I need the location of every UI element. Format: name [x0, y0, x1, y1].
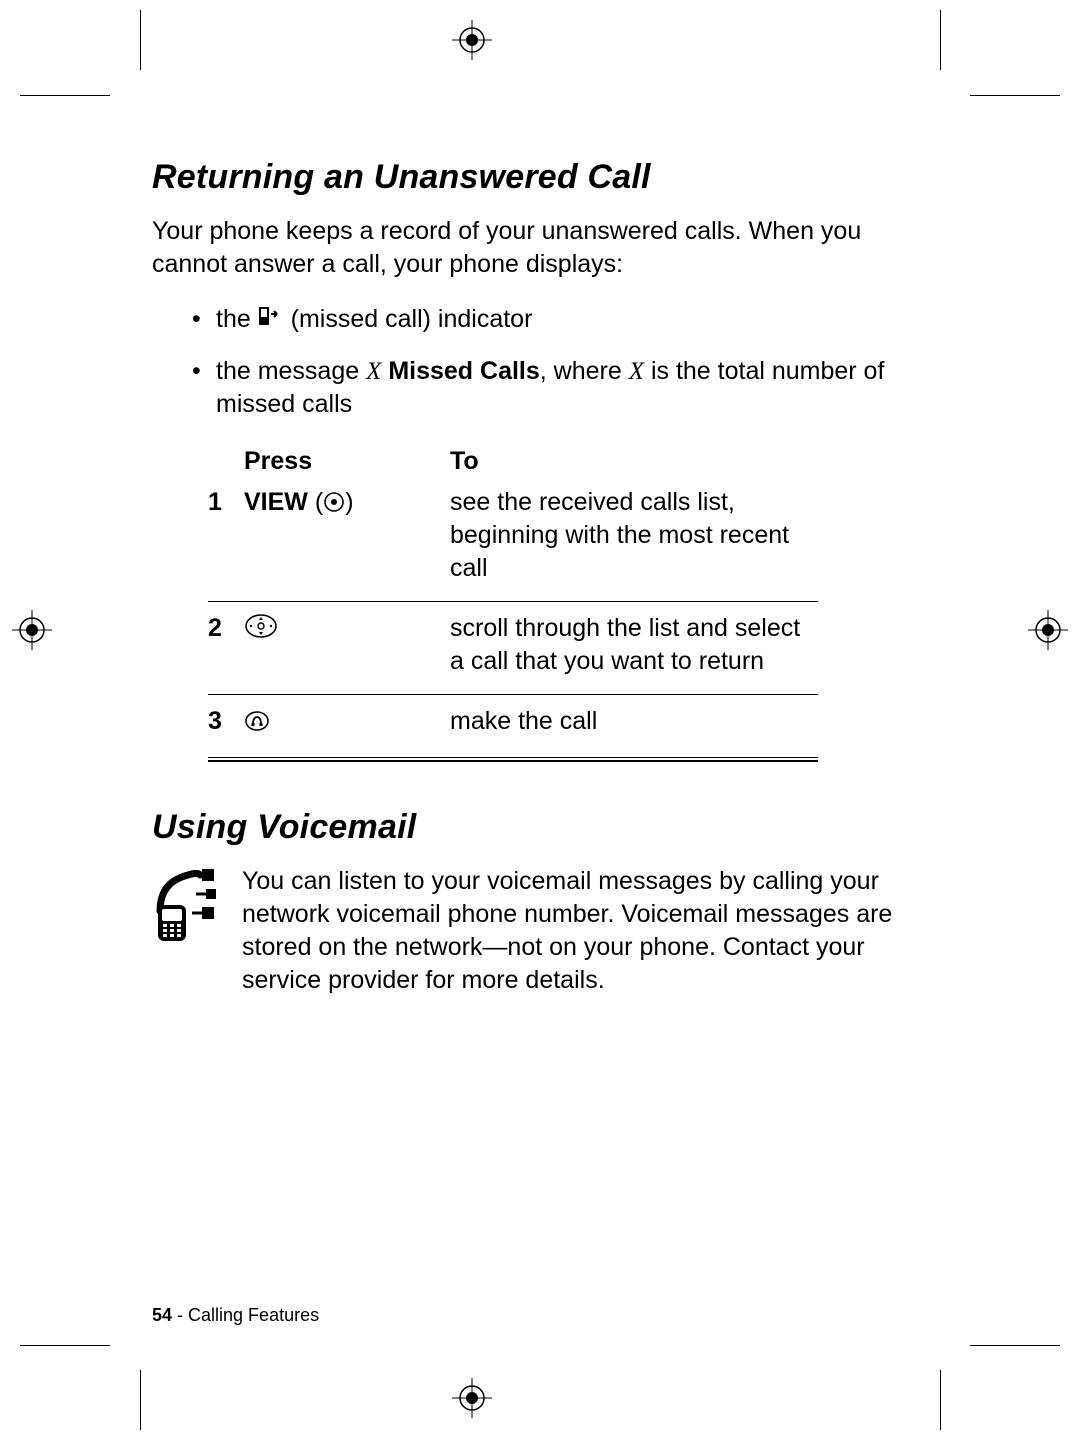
- text: , where: [540, 357, 629, 385]
- table-row: 2 scroll through the list and select a c…: [208, 608, 818, 688]
- col-press-header: Press: [244, 445, 450, 478]
- registration-mark-left-icon: [12, 610, 52, 650]
- bullet-missed-call-indicator: the (missed call) indicator: [192, 303, 938, 339]
- voicemail-block: You can listen to your voicemail message…: [152, 865, 938, 997]
- registration-mark-bottom-icon: [452, 1378, 492, 1418]
- crop-mark-icon: [20, 95, 110, 96]
- missed-call-icon: [258, 306, 284, 339]
- section-name: Calling Features: [188, 1305, 319, 1325]
- registration-mark-right-icon: [1028, 610, 1068, 650]
- intro-paragraph: Your phone keeps a record of your unansw…: [152, 215, 938, 281]
- step-number: 3: [208, 705, 244, 738]
- variable-x: X: [366, 358, 381, 385]
- crop-mark-icon: [140, 10, 141, 70]
- to-cell: see the received calls list, beginning w…: [450, 486, 818, 585]
- text: the: [216, 305, 258, 333]
- nav-key-icon: [244, 613, 278, 648]
- table-header-row: Press To: [208, 445, 818, 478]
- bullet-missed-calls-message: the message X Missed Calls, where X is t…: [192, 355, 938, 421]
- text: (: [315, 488, 323, 516]
- table-row: 3 make the call: [208, 701, 818, 751]
- variable-x: X: [629, 358, 644, 385]
- crop-mark-icon: [140, 1370, 141, 1430]
- page-footer: 54 - Calling Features: [152, 1305, 319, 1326]
- steps-table: Press To 1 VIEW () see the received call…: [208, 445, 818, 762]
- col-to-header: To: [450, 445, 818, 478]
- step-number: 2: [208, 612, 244, 645]
- table-row: 1 VIEW () see the received calls list, b…: [208, 482, 818, 595]
- crop-mark-icon: [20, 1345, 110, 1346]
- text: the message: [216, 357, 366, 385]
- key-label: VIEW: [244, 488, 308, 516]
- footer-sep: -: [172, 1305, 188, 1325]
- to-cell: make the call: [450, 705, 818, 738]
- step-number: 1: [208, 486, 244, 519]
- send-key-icon: [244, 708, 270, 741]
- text: (missed call) indicator: [291, 305, 533, 333]
- crop-mark-icon: [970, 1345, 1060, 1346]
- page-number: 54: [152, 1305, 172, 1325]
- text: ): [345, 488, 353, 516]
- center-select-key-icon: [323, 489, 345, 522]
- page-content: Returning an Unanswered Call Your phone …: [152, 158, 938, 997]
- bullet-list: the (missed call) indicator the message …: [152, 303, 938, 421]
- crop-mark-icon: [940, 10, 941, 70]
- crop-mark-icon: [940, 1370, 941, 1430]
- network-feature-icon: [152, 865, 224, 950]
- text-bold: Missed Calls: [381, 357, 539, 385]
- press-cell: VIEW (): [244, 486, 450, 522]
- heading-using-voicemail: Using Voicemail: [152, 808, 938, 847]
- crop-mark-icon: [970, 95, 1060, 96]
- heading-returning-call: Returning an Unanswered Call: [152, 158, 938, 197]
- to-cell: scroll through the list and select a cal…: [450, 612, 818, 678]
- press-cell: [244, 612, 450, 648]
- registration-mark-top-icon: [452, 20, 492, 60]
- press-cell: [244, 705, 450, 741]
- voicemail-text: You can listen to your voicemail message…: [242, 865, 938, 997]
